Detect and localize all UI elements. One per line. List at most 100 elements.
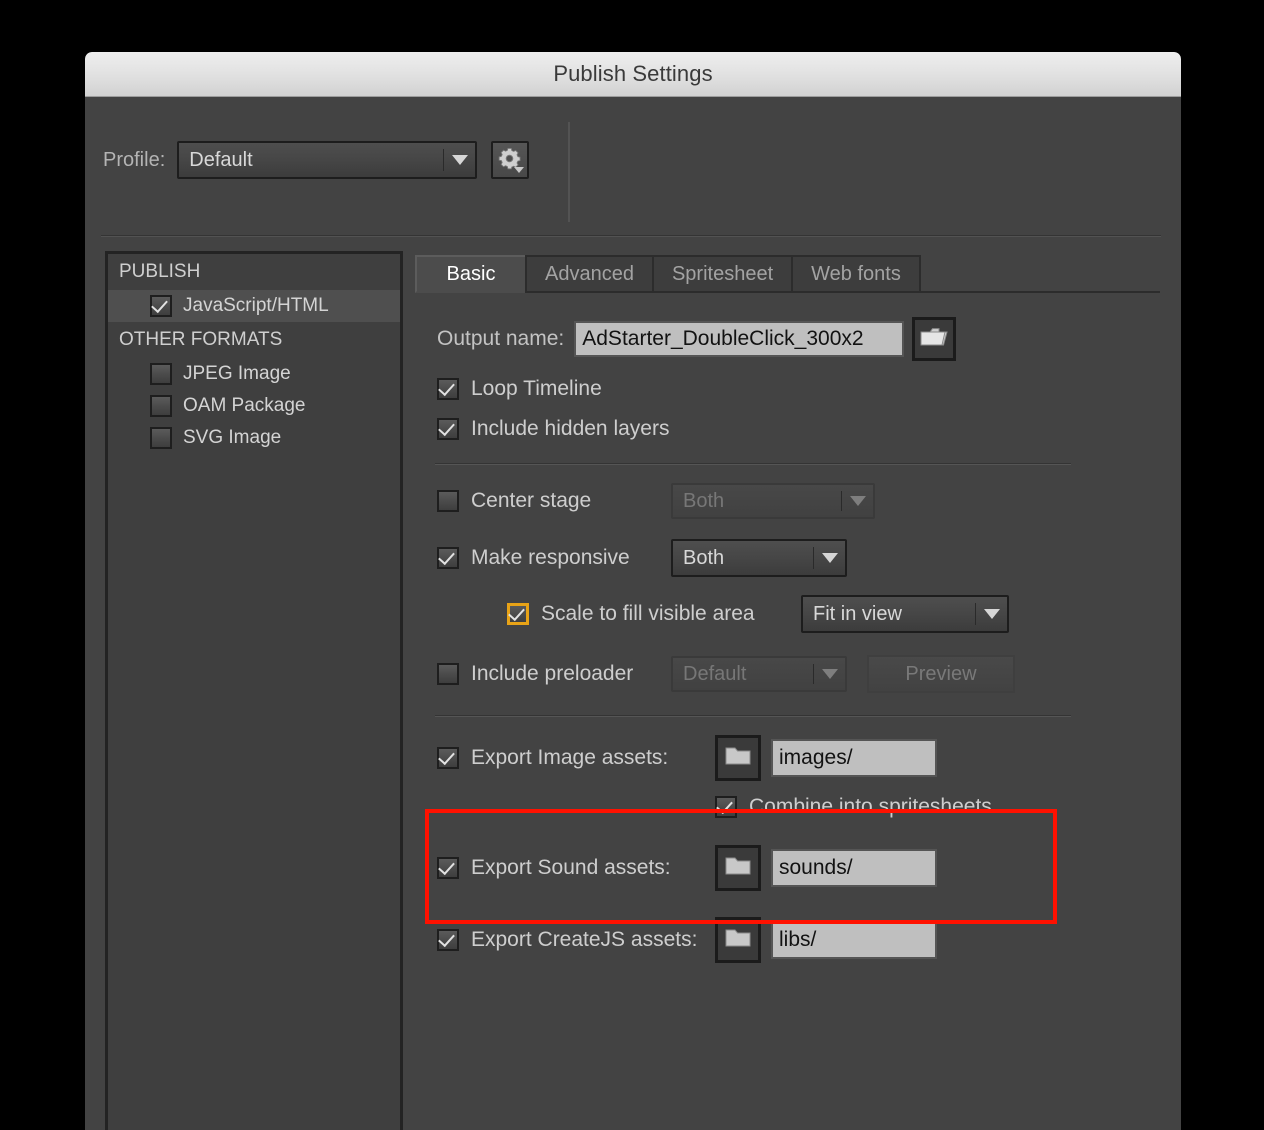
make-responsive-select[interactable]: Both xyxy=(671,539,847,577)
sidebar-item-label: OAM Package xyxy=(183,395,306,416)
horizontal-divider xyxy=(101,235,1161,237)
sidebar-item-label: SVG Image xyxy=(183,427,282,448)
output-name-row: Output name: AdStarter_DoubleClick_300x2 xyxy=(437,317,1167,361)
checkbox-export-image-assets[interactable] xyxy=(437,747,459,769)
combo-separator xyxy=(813,547,814,569)
export-image-assets-row: Export Image assets: images/ xyxy=(437,735,1167,781)
basic-tab-panel: Output name: AdStarter_DoubleClick_300x2… xyxy=(415,299,1167,963)
sidebar-item-jpeg-image[interactable]: JPEG Image xyxy=(108,358,400,390)
formats-sidebar: PUBLISH JavaScript/HTML OTHER FORMATS JP… xyxy=(105,251,403,1130)
profile-label: Profile: xyxy=(103,148,166,171)
include-hidden-layers-label: Include hidden layers xyxy=(471,417,670,440)
output-name-input[interactable]: AdStarter_DoubleClick_300x2 xyxy=(574,321,905,357)
scale-to-fill-select-value: Fit in view xyxy=(813,602,902,625)
profile-options-button[interactable] xyxy=(491,141,530,179)
preview-button[interactable]: Preview xyxy=(867,655,1015,693)
chevron-down-icon xyxy=(815,669,845,679)
combo-separator xyxy=(841,491,842,511)
checkbox-make-responsive[interactable] xyxy=(437,547,459,569)
scale-to-fill-label: Scale to fill visible area xyxy=(541,602,755,625)
chevron-down-icon xyxy=(843,496,873,506)
folder-icon xyxy=(724,745,752,772)
vertical-divider xyxy=(568,122,570,222)
export-createjs-assets-label: Export CreateJS assets: xyxy=(471,928,698,951)
center-stage-row: Center stage Both xyxy=(437,483,1167,519)
profile-select-value: Default xyxy=(189,148,253,171)
dialog-titlebar: Publish Settings xyxy=(85,52,1181,97)
output-name-label: Output name: xyxy=(437,327,565,350)
make-responsive-select-value: Both xyxy=(683,546,725,569)
tab-label: Basic xyxy=(446,262,496,285)
asset-export-section: Export Image assets: images/ Combine int… xyxy=(415,735,1167,963)
tab-spritesheet[interactable]: Spritesheet xyxy=(651,255,792,293)
browse-createjs-folder-button[interactable] xyxy=(715,917,761,963)
profile-select[interactable]: Default xyxy=(177,141,478,179)
combine-into-spritesheets-row[interactable]: Combine into spritesheets xyxy=(715,795,1167,819)
tab-bar: Basic Advanced Spritesheet Web fonts xyxy=(415,255,921,293)
section-divider xyxy=(435,463,1071,465)
export-sound-assets-label: Export Sound assets: xyxy=(471,856,671,879)
sidebar-group-title: OTHER FORMATS xyxy=(119,329,283,350)
checkbox-center-stage[interactable] xyxy=(437,490,459,512)
export-createjs-assets-row: Export CreateJS assets: libs/ xyxy=(437,917,1167,963)
sidebar-group-title: PUBLISH xyxy=(119,261,201,282)
combo-separator xyxy=(443,149,445,171)
dialog-body: PUBLISH JavaScript/HTML OTHER FORMATS JP… xyxy=(85,245,1181,1130)
export-sound-assets-row: Export Sound assets: sounds/ xyxy=(437,845,1167,891)
browse-sound-folder-button[interactable] xyxy=(715,845,761,891)
checkbox-svg-image[interactable] xyxy=(150,427,172,449)
createjs-assets-path-input[interactable]: libs/ xyxy=(771,921,937,959)
center-stage-label: Center stage xyxy=(471,489,592,512)
tab-label: Web fonts xyxy=(811,262,901,285)
tab-web-fonts[interactable]: Web fonts xyxy=(791,255,921,293)
checkbox-include-hidden-layers[interactable] xyxy=(437,418,459,440)
checkbox-oam-package[interactable] xyxy=(150,395,172,417)
sidebar-item-label: JavaScript/HTML xyxy=(183,295,329,316)
center-stage-select[interactable]: Both xyxy=(671,483,875,519)
sidebar-item-oam-package[interactable]: OAM Package xyxy=(108,390,400,422)
folder-icon xyxy=(724,927,752,954)
checkbox-export-sound-assets[interactable] xyxy=(437,857,459,879)
combo-separator xyxy=(975,603,976,625)
tab-advanced[interactable]: Advanced xyxy=(525,255,652,293)
scale-to-fill-row: Scale to fill visible area Fit in view xyxy=(507,595,1167,633)
include-preloader-select[interactable]: Default xyxy=(671,656,847,692)
browse-output-button[interactable] xyxy=(912,317,957,361)
checkbox-javascript-html[interactable] xyxy=(150,295,172,317)
image-assets-path-input[interactable]: images/ xyxy=(771,739,937,777)
tab-basic[interactable]: Basic xyxy=(415,255,525,293)
combo-separator xyxy=(813,664,814,684)
export-image-assets-label: Export Image assets: xyxy=(471,746,669,769)
include-preloader-label: Include preloader xyxy=(471,662,634,685)
folder-icon xyxy=(724,855,752,882)
make-responsive-row: Make responsive Both xyxy=(437,539,1167,577)
include-hidden-layers-row[interactable]: Include hidden layers xyxy=(437,417,1167,441)
checkbox-loop-timeline[interactable] xyxy=(437,378,459,400)
dialog-title: Publish Settings xyxy=(553,61,713,86)
scale-to-fill-select[interactable]: Fit in view xyxy=(801,595,1009,633)
checkbox-include-preloader[interactable] xyxy=(437,663,459,685)
section-divider xyxy=(435,715,1071,717)
sidebar-item-label: JPEG Image xyxy=(183,363,291,384)
include-preloader-select-value: Default xyxy=(683,662,747,685)
include-preloader-row: Include preloader Default Preview xyxy=(437,655,1167,693)
sidebar-item-svg-image[interactable]: SVG Image xyxy=(108,422,400,454)
loop-timeline-row[interactable]: Loop Timeline xyxy=(437,377,1167,401)
make-responsive-label: Make responsive xyxy=(471,546,630,569)
chevron-down-icon xyxy=(445,155,475,165)
open-folder-icon xyxy=(919,325,949,354)
checkbox-scale-to-fill[interactable] xyxy=(507,603,529,625)
combine-into-spritesheets-label: Combine into spritesheets xyxy=(749,795,992,818)
publish-settings-dialog: Publish Settings Profile: Default PUBLIS… xyxy=(85,52,1181,1130)
chevron-down-icon xyxy=(977,609,1007,619)
profile-section: Profile: Default xyxy=(85,97,1181,245)
sound-assets-path-input[interactable]: sounds/ xyxy=(771,849,937,887)
sidebar-item-javascript-html[interactable]: JavaScript/HTML xyxy=(108,290,400,322)
tab-label: Spritesheet xyxy=(671,262,774,285)
checkbox-combine-into-spritesheets[interactable] xyxy=(715,796,737,818)
chevron-down-icon xyxy=(514,167,525,173)
browse-image-folder-button[interactable] xyxy=(715,735,761,781)
checkbox-jpeg-image[interactable] xyxy=(150,363,172,385)
center-stage-select-value: Both xyxy=(683,489,725,512)
checkbox-export-createjs-assets[interactable] xyxy=(437,929,459,951)
